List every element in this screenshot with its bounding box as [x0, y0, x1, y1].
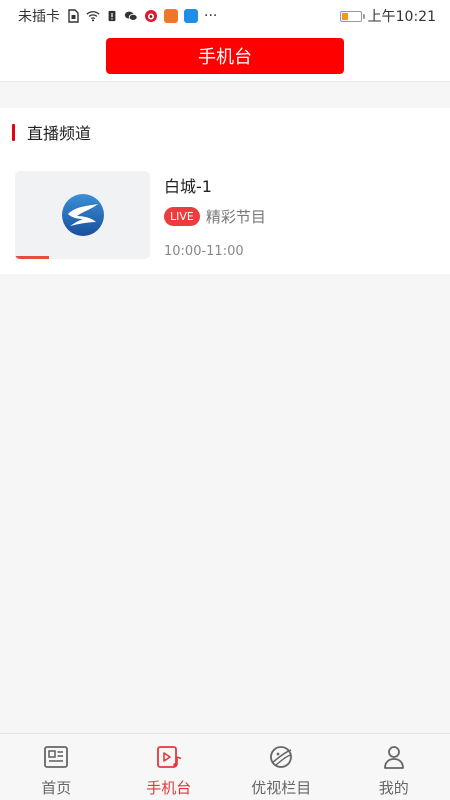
nav-label-profile: 我的	[378, 779, 409, 797]
sim-icon	[68, 9, 79, 23]
channel-logo-icon	[61, 194, 104, 236]
carrier-text: 未插卡	[18, 9, 60, 25]
app-blue-icon	[184, 9, 198, 23]
status-right: 上午10:21	[339, 6, 436, 26]
battery-icon	[339, 10, 365, 22]
weibo-icon	[145, 10, 157, 22]
section-title: 直播频道	[27, 124, 92, 143]
planet-icon	[270, 746, 293, 768]
nav-label-mobile-tv: 手机台	[146, 779, 192, 797]
news-icon	[44, 746, 69, 768]
channel-name: 白城-1	[164, 177, 212, 196]
live-row: LIVE 精彩节目	[164, 206, 266, 227]
live-badge: LIVE	[164, 207, 200, 226]
nav-item-profile[interactable]: 我的	[338, 734, 450, 800]
channel-thumbnail[interactable]	[15, 171, 150, 259]
more-notifications: ···	[204, 8, 218, 24]
user-icon	[383, 746, 404, 769]
app-orange-icon	[164, 9, 178, 23]
nav-item-featured-columns[interactable]: 优视栏目	[225, 734, 338, 800]
app-header: 手机台	[0, 32, 450, 82]
video-music-icon	[156, 746, 182, 768]
status-left: 未插卡 ···	[18, 6, 217, 26]
live-channels-section: 直播频道 白城-1 LIVE 精彩节目 10:00-11:00	[0, 108, 450, 274]
section-accent-bar	[12, 123, 15, 141]
thumbnail-progress-bar	[15, 256, 49, 259]
bottom-nav: 首页 手机台 优视栏目 我的	[0, 733, 450, 800]
program-time: 10:00-11:00	[164, 244, 244, 259]
page-title-button[interactable]: 手机台	[106, 38, 344, 74]
alert-icon	[108, 10, 116, 22]
clock: 上午10:21	[367, 9, 436, 25]
status-bar: 未插卡 ··· 上午10:21	[0, 0, 450, 32]
section-header: 直播频道	[12, 122, 92, 143]
nav-label-home: 首页	[41, 779, 72, 797]
nav-item-home[interactable]: 首页	[0, 734, 113, 800]
wechat-icon	[124, 11, 138, 21]
channel-item[interactable]: 白城-1 LIVE 精彩节目 10:00-11:00	[15, 171, 435, 261]
nav-label-featured-columns: 优视栏目	[251, 779, 312, 797]
program-name: 精彩节目	[205, 208, 266, 226]
wifi-icon	[86, 11, 100, 22]
nav-item-mobile-tv[interactable]: 手机台	[113, 734, 226, 800]
